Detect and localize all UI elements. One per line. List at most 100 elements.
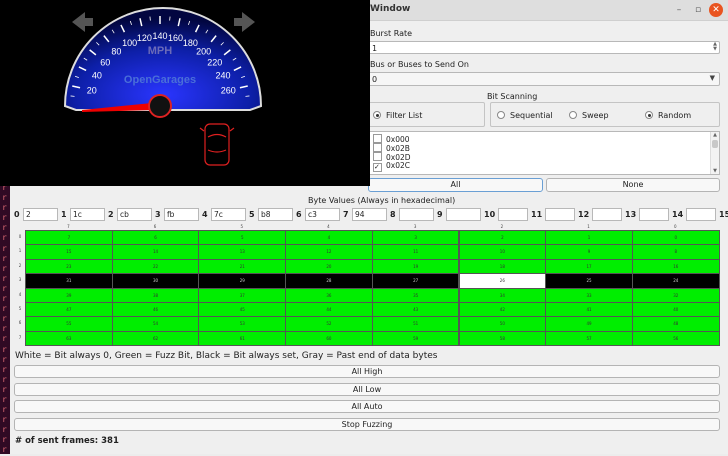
filter-list-radio[interactable]: Filter List bbox=[373, 111, 422, 120]
bit-cell[interactable]: 47 bbox=[25, 302, 113, 317]
byte-value-input[interactable] bbox=[639, 208, 669, 221]
bit-cell[interactable]: 32 bbox=[632, 288, 720, 303]
bit-cell[interactable]: 8 bbox=[632, 244, 720, 259]
bit-cell[interactable]: 25 bbox=[545, 273, 633, 288]
bit-cell[interactable]: 35 bbox=[372, 288, 460, 303]
listbox-scrollbar[interactable]: ▲ ▼ bbox=[710, 132, 719, 174]
bit-cell[interactable]: 19 bbox=[372, 259, 460, 274]
bit-cell[interactable]: 24 bbox=[632, 273, 720, 288]
all-auto-button[interactable]: All Auto bbox=[14, 400, 720, 413]
bit-cell[interactable]: 62 bbox=[112, 331, 200, 346]
bit-cell[interactable]: 14 bbox=[112, 244, 200, 259]
byte-value-input[interactable] bbox=[592, 208, 622, 221]
bit-cell[interactable]: 52 bbox=[285, 316, 373, 331]
byte-value-input[interactable]: 2 bbox=[23, 208, 58, 221]
bit-cell[interactable]: 4 bbox=[285, 230, 373, 245]
bit-cell[interactable]: 34 bbox=[459, 288, 547, 303]
bit-cell[interactable]: 44 bbox=[285, 302, 373, 317]
bit-cell[interactable]: 9 bbox=[545, 244, 633, 259]
checkbox-checked-icon[interactable]: ✓ bbox=[373, 163, 382, 172]
random-radio[interactable]: Random bbox=[645, 111, 691, 120]
bit-cell[interactable]: 50 bbox=[459, 316, 547, 331]
bit-cell[interactable]: 55 bbox=[25, 316, 113, 331]
bit-cell[interactable]: 28 bbox=[285, 273, 373, 288]
bit-cell[interactable]: 16 bbox=[632, 259, 720, 274]
bit-cell[interactable]: 11 bbox=[372, 244, 460, 259]
bit-cell[interactable]: 12 bbox=[285, 244, 373, 259]
bit-grid[interactable]: 7654321001234567765432101514131211109823… bbox=[14, 229, 719, 345]
maximize-icon[interactable]: ▫ bbox=[691, 3, 705, 17]
bit-cell[interactable]: 2 bbox=[459, 230, 547, 245]
byte-value-input[interactable]: b8 bbox=[258, 208, 293, 221]
bit-cell[interactable]: 45 bbox=[198, 302, 286, 317]
byte-value-input[interactable]: c3 bbox=[305, 208, 340, 221]
byte-value-input[interactable]: 94 bbox=[352, 208, 387, 221]
bit-cell[interactable]: 39 bbox=[25, 288, 113, 303]
bit-cell[interactable]: 1 bbox=[545, 230, 633, 245]
all-high-button[interactable]: All High bbox=[14, 365, 720, 378]
checkbox-icon[interactable] bbox=[373, 152, 382, 161]
stop-fuzzing-button[interactable]: Stop Fuzzing bbox=[14, 418, 720, 431]
byte-value-input[interactable]: fb bbox=[164, 208, 199, 221]
byte-value-input[interactable]: 1c bbox=[70, 208, 105, 221]
bit-cell[interactable]: 46 bbox=[112, 302, 200, 317]
byte-value-input[interactable] bbox=[686, 208, 716, 221]
sequential-radio[interactable]: Sequential bbox=[497, 111, 553, 120]
bit-cell[interactable]: 17 bbox=[545, 259, 633, 274]
bit-cell[interactable]: 18 bbox=[459, 259, 547, 274]
sweep-radio[interactable]: Sweep bbox=[569, 111, 609, 120]
bit-cell[interactable]: 10 bbox=[459, 244, 547, 259]
bit-cell[interactable]: 15 bbox=[25, 244, 113, 259]
bit-cell[interactable]: 6 bbox=[112, 230, 200, 245]
all-low-button[interactable]: All Low bbox=[14, 383, 720, 396]
bit-cell[interactable]: 37 bbox=[198, 288, 286, 303]
bit-cell[interactable]: 38 bbox=[112, 288, 200, 303]
checkbox-icon[interactable] bbox=[373, 143, 382, 152]
bit-cell[interactable]: 48 bbox=[632, 316, 720, 331]
minimize-icon[interactable]: – bbox=[672, 3, 686, 17]
select-all-button[interactable]: All bbox=[368, 178, 543, 192]
bit-cell[interactable]: 29 bbox=[198, 273, 286, 288]
bit-cell[interactable]: 20 bbox=[285, 259, 373, 274]
left-arrow-icon[interactable] bbox=[72, 12, 93, 32]
checkbox-icon[interactable] bbox=[373, 134, 382, 143]
bit-cell[interactable]: 7 bbox=[25, 230, 113, 245]
scroll-down-icon[interactable]: ▼ bbox=[711, 168, 719, 174]
bit-cell[interactable]: 0 bbox=[632, 230, 720, 245]
byte-value-input[interactable] bbox=[498, 208, 528, 221]
bit-cell[interactable]: 49 bbox=[545, 316, 633, 331]
bit-cell[interactable]: 21 bbox=[198, 259, 286, 274]
bus-combobox[interactable]: 0 ▼ bbox=[368, 72, 720, 86]
bit-cell[interactable]: 36 bbox=[285, 288, 373, 303]
bit-cell[interactable]: 5 bbox=[198, 230, 286, 245]
byte-value-input[interactable] bbox=[399, 208, 434, 221]
bit-cell[interactable]: 31 bbox=[25, 273, 113, 288]
bit-cell[interactable]: 54 bbox=[112, 316, 200, 331]
byte-value-input[interactable]: 7c bbox=[211, 208, 246, 221]
close-icon[interactable]: ✕ bbox=[709, 3, 723, 17]
scroll-thumb[interactable] bbox=[712, 140, 718, 148]
bit-cell[interactable]: 22 bbox=[112, 259, 200, 274]
right-arrow-icon[interactable] bbox=[234, 12, 255, 32]
bit-cell[interactable]: 57 bbox=[545, 331, 633, 346]
id-listbox[interactable]: 0x000 0x02B 0x02D ✓0x02C ▲ ▼ bbox=[368, 131, 720, 175]
bit-cell[interactable]: 3 bbox=[372, 230, 460, 245]
byte-value-input[interactable] bbox=[545, 208, 575, 221]
list-item[interactable]: ✓0x02C bbox=[373, 161, 410, 172]
bit-cell[interactable]: 27 bbox=[372, 273, 460, 288]
bit-cell[interactable]: 51 bbox=[372, 316, 460, 331]
scroll-up-icon[interactable]: ▲ bbox=[711, 132, 719, 138]
bit-cell[interactable]: 63 bbox=[25, 331, 113, 346]
bit-cell[interactable]: 42 bbox=[459, 302, 547, 317]
burst-rate-spinbox[interactable]: 1 ▲▼ bbox=[368, 41, 720, 54]
byte-value-input[interactable]: cb bbox=[117, 208, 152, 221]
bit-cell[interactable]: 53 bbox=[198, 316, 286, 331]
bit-cell[interactable]: 59 bbox=[372, 331, 460, 346]
byte-value-input[interactable] bbox=[446, 208, 481, 221]
bit-cell[interactable]: 58 bbox=[459, 331, 547, 346]
select-none-button[interactable]: None bbox=[546, 178, 720, 192]
bit-cell[interactable]: 30 bbox=[112, 273, 200, 288]
bit-cell[interactable]: 61 bbox=[198, 331, 286, 346]
bit-cell[interactable]: 23 bbox=[25, 259, 113, 274]
bit-cell[interactable]: 33 bbox=[545, 288, 633, 303]
